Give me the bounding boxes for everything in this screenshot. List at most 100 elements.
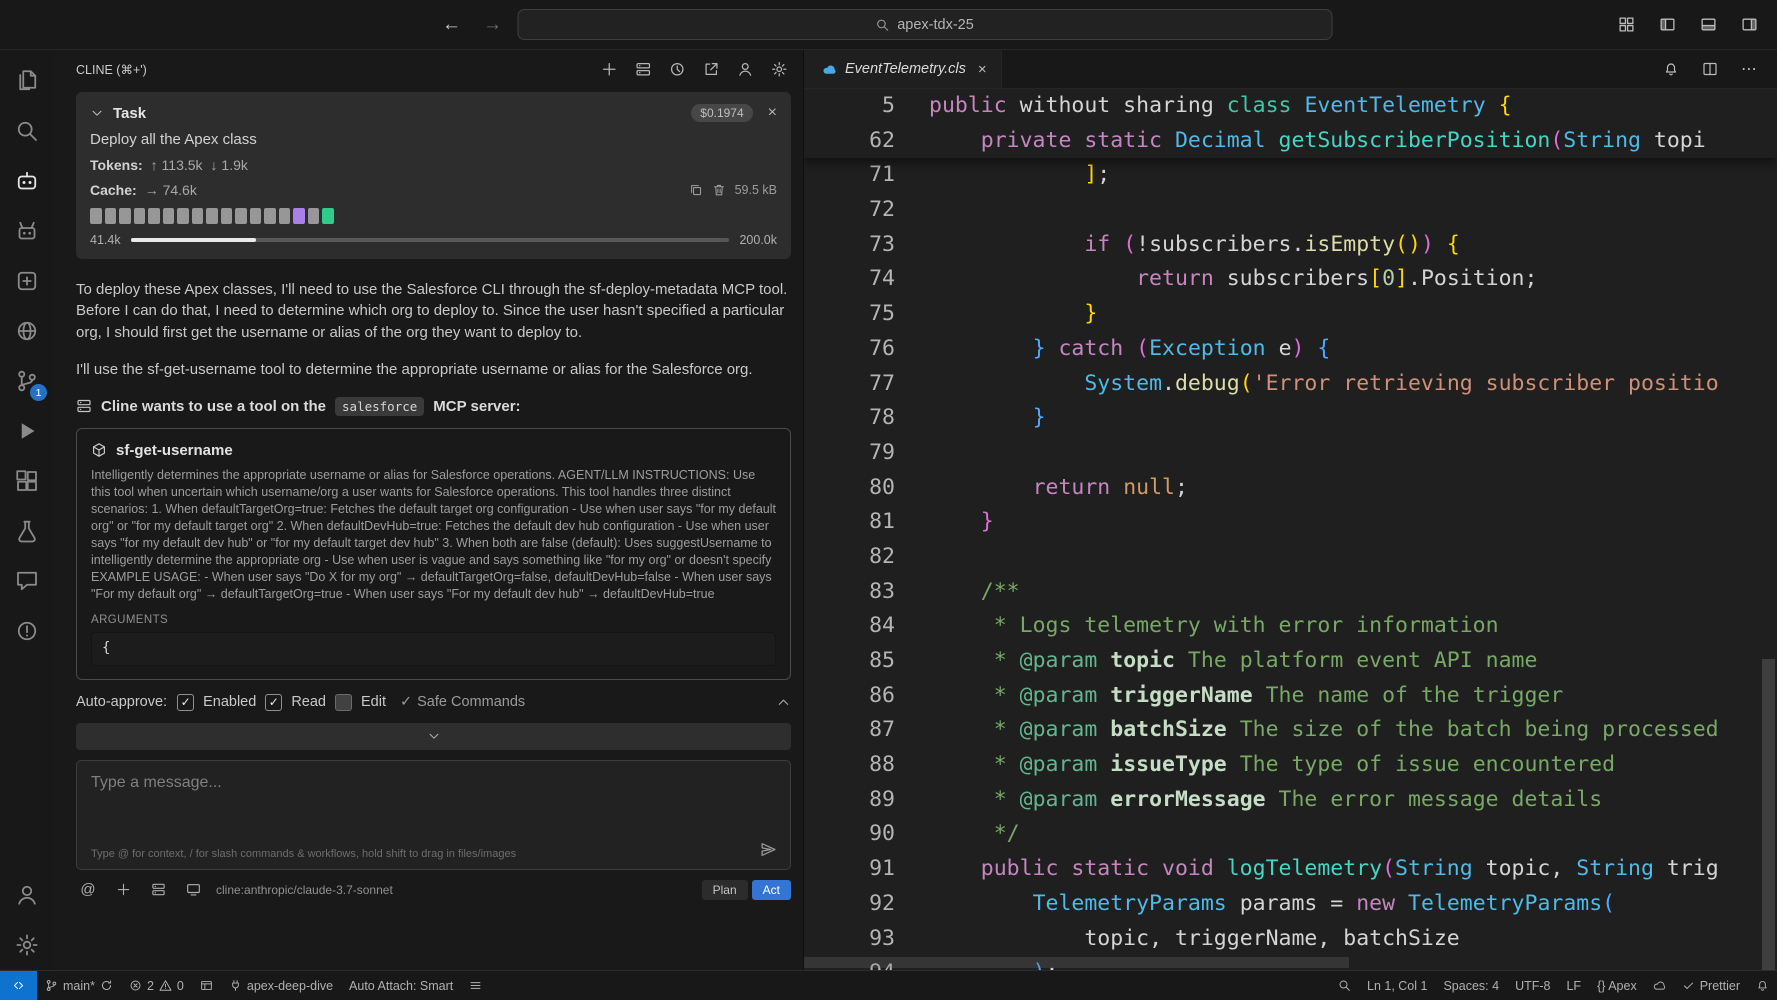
toggle-primary-sidebar-button[interactable] — [1655, 13, 1679, 37]
code-line: 75 } — [804, 297, 1777, 332]
activity-extensions[interactable] — [0, 456, 54, 506]
gear-icon — [771, 61, 788, 78]
server-icon — [635, 61, 652, 78]
plan-mode-button[interactable]: Plan — [702, 880, 748, 900]
toggle-secondary-sidebar-button[interactable] — [1737, 13, 1761, 37]
status-auto-attach[interactable]: Auto Attach: Smart — [341, 971, 461, 1000]
task-description: Deploy all the Apex class — [90, 131, 777, 148]
mcp-servers-button[interactable] — [631, 57, 655, 81]
customize-layout-button[interactable] — [1614, 13, 1638, 37]
code-line: 62 private static Decimal getSubscriberP… — [804, 124, 1777, 159]
task-close-button[interactable]: × — [768, 104, 777, 122]
code-editor[interactable]: 71 ];7273 if (!subscribers.isEmpty()) {7… — [804, 89, 1777, 970]
more-actions-button[interactable]: ⋯ — [1737, 57, 1761, 81]
split-editor-button[interactable] — [1698, 57, 1722, 81]
status-remote[interactable] — [0, 971, 37, 1000]
cost-badge: $0.1974 — [691, 104, 752, 122]
tab-eventtelemetry[interactable]: EventTelemetry.cls × — [804, 50, 1002, 88]
line-number: 79 — [804, 436, 895, 471]
activity-problems[interactable] — [0, 606, 54, 656]
status-cursor-position[interactable]: Ln 1, Col 1 — [1359, 971, 1435, 1000]
tool-request-header: Cline wants to use a tool on the salesfo… — [76, 397, 791, 416]
screenshot-button[interactable] — [181, 878, 205, 902]
activity-chat[interactable] — [0, 556, 54, 606]
status-default-org[interactable]: apex-deep-dive — [221, 971, 341, 1000]
settings-button[interactable] — [767, 57, 791, 81]
context-used: 41.4k — [90, 233, 121, 247]
mcp-button[interactable] — [146, 878, 170, 902]
code-line: 73 if (!subscribers.isEmpty()) { — [804, 228, 1777, 263]
activity-accounts[interactable] — [0, 870, 54, 920]
status-eol[interactable]: LF — [1558, 971, 1589, 1000]
checkbox-read[interactable]: ✓ — [265, 694, 282, 711]
code-line: 87 * @param batchSize The size of the ba… — [804, 713, 1777, 748]
cache-row: Cache: → 74.6k 59.5 kB — [90, 182, 777, 198]
chevron-up-icon[interactable] — [776, 695, 791, 710]
activity-source-control[interactable]: 1 — [0, 356, 54, 406]
blocks-icon — [15, 469, 39, 493]
context-block — [119, 208, 131, 224]
activity-cline[interactable] — [0, 156, 54, 206]
vertical-scrollbar[interactable] — [1762, 659, 1775, 970]
nav-forward-icon[interactable]: → — [483, 14, 502, 36]
activity-search[interactable] — [0, 106, 54, 156]
status-language-mode[interactable]: {} Apex — [1589, 971, 1645, 1000]
activity-testing[interactable] — [0, 506, 54, 556]
status-editor-layout[interactable] — [192, 971, 221, 1000]
search-icon — [875, 18, 889, 32]
command-center-search[interactable]: apex-tdx-25 — [517, 9, 1332, 40]
act-mode-button[interactable]: Act — [752, 880, 791, 900]
status-formatter[interactable]: Prettier — [1674, 971, 1748, 1000]
activity-run-debug[interactable] — [0, 406, 54, 456]
add-context-button[interactable] — [111, 878, 135, 902]
status-zoom[interactable] — [1330, 971, 1359, 1000]
activity-browser[interactable] — [0, 306, 54, 356]
checkbox-enabled[interactable]: ✓ — [177, 694, 194, 711]
context-window-row: 41.4k 200.0k — [90, 233, 777, 247]
status-cloud-status[interactable] — [1645, 971, 1674, 1000]
status-git-branch[interactable]: main* — [37, 971, 121, 1000]
status-tasks-menu[interactable] — [461, 971, 490, 1000]
nav-back-icon[interactable]: ← — [442, 14, 461, 36]
message-input[interactable]: Type a message... Type @ for context, / … — [76, 760, 791, 870]
tab-close-icon[interactable]: × — [978, 61, 987, 78]
model-selector[interactable]: cline:anthropic/claude-3.7-sonnet — [216, 883, 393, 897]
context-block — [192, 208, 204, 224]
chevron-down-icon[interactable] — [90, 106, 104, 120]
history-button[interactable] — [665, 57, 689, 81]
code-line: 74 return subscribers[0].Position; — [804, 262, 1777, 297]
code-line: 92 TelemetryParams params = new Telemetr… — [804, 887, 1777, 922]
mention-button[interactable]: @ — [76, 878, 100, 902]
context-block — [163, 208, 175, 224]
search-value: apex-tdx-25 — [897, 17, 974, 33]
status-problems[interactable]: 20 — [121, 971, 192, 1000]
line-number: 74 — [804, 262, 895, 297]
account-button[interactable] — [733, 57, 757, 81]
activity-explorer[interactable] — [0, 56, 54, 106]
server-icon — [151, 882, 166, 897]
input-placeholder: Type a message... — [91, 774, 776, 792]
notifications-button[interactable] — [1659, 57, 1683, 81]
checkbox-edit[interactable] — [335, 694, 352, 711]
copy-icon[interactable] — [689, 183, 703, 197]
new-task-button[interactable] — [597, 57, 621, 81]
activity-create[interactable] — [0, 256, 54, 306]
status-notifications[interactable] — [1748, 971, 1777, 1000]
send-icon[interactable] — [760, 841, 777, 858]
activity-roo-code[interactable] — [0, 206, 54, 256]
remote-icon — [12, 979, 25, 992]
line-number: 88 — [804, 748, 895, 783]
toggle-panel-button[interactable] — [1696, 13, 1720, 37]
sync-icon — [100, 979, 113, 992]
account-icon — [15, 883, 39, 907]
issue-icon — [15, 619, 39, 643]
open-in-editor-button[interactable] — [699, 57, 723, 81]
expand-collapse-bar[interactable] — [76, 723, 791, 750]
horizontal-scrollbar[interactable] — [804, 957, 1349, 968]
status-indentation[interactable]: Spaces: 4 — [1435, 971, 1507, 1000]
activity-settings[interactable] — [0, 920, 54, 970]
code-line: 81 } — [804, 505, 1777, 540]
delete-icon[interactable] — [712, 183, 726, 197]
ellipsis-icon: ⋯ — [1741, 61, 1757, 77]
status-encoding[interactable]: UTF-8 — [1507, 971, 1558, 1000]
